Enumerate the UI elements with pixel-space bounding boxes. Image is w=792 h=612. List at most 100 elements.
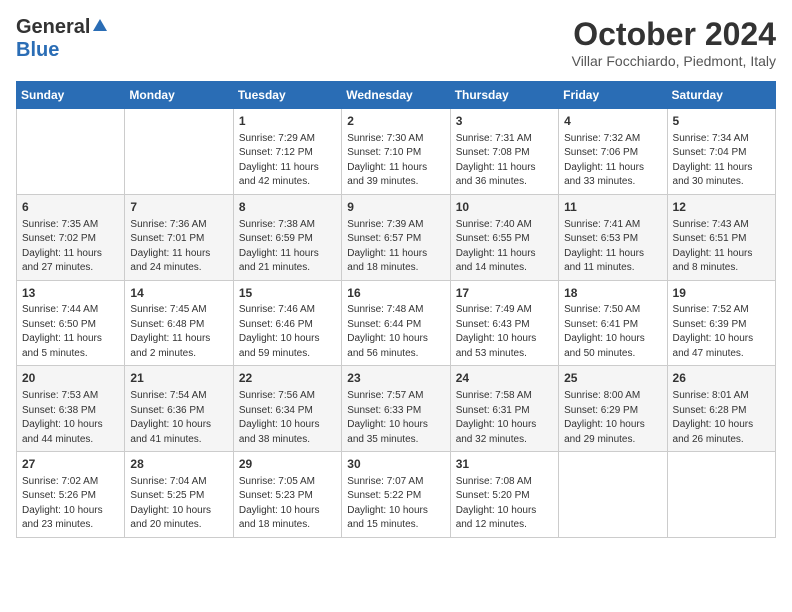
day-number: 30 bbox=[347, 456, 444, 473]
calendar-week-1: 1 Sunrise: 7:29 AM Sunset: 7:12 PM Daylig… bbox=[17, 109, 776, 195]
day-info: Sunrise: 7:30 AM Sunset: 7:10 PM Dayligh… bbox=[347, 132, 444, 190]
calendar-cell: 8 Sunrise: 7:38 AM Sunset: 6:59 PM Daylig… bbox=[233, 194, 341, 280]
day-number: 27 bbox=[22, 456, 119, 473]
day-info: Sunrise: 7:29 AM Sunset: 7:12 PM Dayligh… bbox=[239, 132, 336, 190]
day-info: Sunrise: 7:43 AM Sunset: 6:51 PM Dayligh… bbox=[673, 218, 770, 276]
calendar-cell: 30 Sunrise: 7:07 AM Sunset: 5:22 PM Dayli… bbox=[342, 452, 450, 538]
calendar-cell: 18Sunrise: 7:50 AM Sunset: 6:41 PM Dayli… bbox=[559, 280, 667, 366]
day-info: Sunrise: 7:56 AM Sunset: 6:34 PM Dayligh… bbox=[239, 389, 336, 447]
calendar-cell: 25 Sunrise: 8:00 AM Sunset: 6:29 PM Dayli… bbox=[559, 366, 667, 452]
calendar-cell bbox=[17, 109, 125, 195]
calendar-cell: 24 Sunrise: 7:58 AM Sunset: 6:31 PM Dayli… bbox=[450, 366, 558, 452]
day-info: Sunrise: 7:53 AM Sunset: 6:38 PM Dayligh… bbox=[22, 389, 119, 447]
title-area: October 2024 Villar Focchiardo, Piedmont… bbox=[572, 16, 776, 69]
calendar-cell: 14Sunrise: 7:45 AM Sunset: 6:48 PM Dayli… bbox=[125, 280, 233, 366]
calendar-cell: 21 Sunrise: 7:54 AM Sunset: 6:36 PM Dayli… bbox=[125, 366, 233, 452]
calendar-cell: 5 Sunrise: 7:34 AM Sunset: 7:04 PM Daylig… bbox=[667, 109, 775, 195]
day-number: 9 bbox=[347, 199, 444, 216]
calendar-week-3: 13Sunrise: 7:44 AM Sunset: 6:50 PM Dayli… bbox=[17, 280, 776, 366]
day-number: 1 bbox=[239, 113, 336, 130]
calendar-cell: 31 Sunrise: 7:08 AM Sunset: 5:20 PM Dayli… bbox=[450, 452, 558, 538]
calendar-cell: 12Sunrise: 7:43 AM Sunset: 6:51 PM Dayli… bbox=[667, 194, 775, 280]
day-info: Sunrise: 7:08 AM Sunset: 5:20 PM Dayligh… bbox=[456, 475, 553, 533]
day-info: Sunrise: 7:57 AM Sunset: 6:33 PM Dayligh… bbox=[347, 389, 444, 447]
day-number: 24 bbox=[456, 370, 553, 387]
calendar-cell: 1 Sunrise: 7:29 AM Sunset: 7:12 PM Daylig… bbox=[233, 109, 341, 195]
logo: General Blue bbox=[16, 16, 108, 62]
day-info: Sunrise: 7:39 AM Sunset: 6:57 PM Dayligh… bbox=[347, 218, 444, 276]
day-info: Sunrise: 7:44 AM Sunset: 6:50 PM Dayligh… bbox=[22, 303, 119, 361]
logo-blue-text: Blue bbox=[16, 39, 59, 61]
day-info: Sunrise: 7:49 AM Sunset: 6:43 PM Dayligh… bbox=[456, 303, 553, 361]
day-info: Sunrise: 7:48 AM Sunset: 6:44 PM Dayligh… bbox=[347, 303, 444, 361]
day-number: 8 bbox=[239, 199, 336, 216]
page-header: General Blue October 2024 Villar Focchia… bbox=[16, 16, 776, 69]
calendar-cell bbox=[125, 109, 233, 195]
calendar-cell: 6Sunrise: 7:35 AM Sunset: 7:02 PM Daylig… bbox=[17, 194, 125, 280]
day-number: 15 bbox=[239, 285, 336, 302]
header-monday: Monday bbox=[125, 82, 233, 109]
day-info: Sunrise: 7:04 AM Sunset: 5:25 PM Dayligh… bbox=[130, 475, 227, 533]
calendar-cell: 3 Sunrise: 7:31 AM Sunset: 7:08 PM Daylig… bbox=[450, 109, 558, 195]
day-number: 11 bbox=[564, 199, 661, 216]
calendar-cell bbox=[559, 452, 667, 538]
header-thursday: Thursday bbox=[450, 82, 558, 109]
calendar-cell: 29 Sunrise: 7:05 AM Sunset: 5:23 PM Dayli… bbox=[233, 452, 341, 538]
day-info: Sunrise: 7:45 AM Sunset: 6:48 PM Dayligh… bbox=[130, 303, 227, 361]
day-number: 6 bbox=[22, 199, 119, 216]
day-info: Sunrise: 7:38 AM Sunset: 6:59 PM Dayligh… bbox=[239, 218, 336, 276]
day-info: Sunrise: 7:46 AM Sunset: 6:46 PM Dayligh… bbox=[239, 303, 336, 361]
day-number: 21 bbox=[130, 370, 227, 387]
day-number: 17 bbox=[456, 285, 553, 302]
day-number: 3 bbox=[456, 113, 553, 130]
calendar-table: SundayMondayTuesdayWednesdayThursdayFrid… bbox=[16, 81, 776, 538]
day-number: 2 bbox=[347, 113, 444, 130]
calendar-cell: 28 Sunrise: 7:04 AM Sunset: 5:25 PM Dayli… bbox=[125, 452, 233, 538]
calendar-cell: 19Sunrise: 7:52 AM Sunset: 6:39 PM Dayli… bbox=[667, 280, 775, 366]
day-info: Sunrise: 7:34 AM Sunset: 7:04 PM Dayligh… bbox=[673, 132, 770, 190]
day-info: Sunrise: 8:01 AM Sunset: 6:28 PM Dayligh… bbox=[673, 389, 770, 447]
day-number: 7 bbox=[130, 199, 227, 216]
calendar-cell: 20 Sunrise: 7:53 AM Sunset: 6:38 PM Dayli… bbox=[17, 366, 125, 452]
day-info: Sunrise: 7:58 AM Sunset: 6:31 PM Dayligh… bbox=[456, 389, 553, 447]
day-number: 29 bbox=[239, 456, 336, 473]
day-info: Sunrise: 7:05 AM Sunset: 5:23 PM Dayligh… bbox=[239, 475, 336, 533]
day-number: 5 bbox=[673, 113, 770, 130]
day-number: 28 bbox=[130, 456, 227, 473]
day-number: 25 bbox=[564, 370, 661, 387]
calendar-cell: 16Sunrise: 7:48 AM Sunset: 6:44 PM Dayli… bbox=[342, 280, 450, 366]
day-number: 26 bbox=[673, 370, 770, 387]
day-info: Sunrise: 8:00 AM Sunset: 6:29 PM Dayligh… bbox=[564, 389, 661, 447]
day-info: Sunrise: 7:31 AM Sunset: 7:08 PM Dayligh… bbox=[456, 132, 553, 190]
day-info: Sunrise: 7:40 AM Sunset: 6:55 PM Dayligh… bbox=[456, 218, 553, 276]
header-tuesday: Tuesday bbox=[233, 82, 341, 109]
calendar-cell: 22 Sunrise: 7:56 AM Sunset: 6:34 PM Dayli… bbox=[233, 366, 341, 452]
day-info: Sunrise: 7:36 AM Sunset: 7:01 PM Dayligh… bbox=[130, 218, 227, 276]
day-number: 16 bbox=[347, 285, 444, 302]
logo-general-text: General bbox=[16, 16, 90, 39]
day-number: 20 bbox=[22, 370, 119, 387]
day-number: 22 bbox=[239, 370, 336, 387]
day-number: 18 bbox=[564, 285, 661, 302]
location-subtitle: Villar Focchiardo, Piedmont, Italy bbox=[572, 53, 776, 69]
day-info: Sunrise: 7:07 AM Sunset: 5:22 PM Dayligh… bbox=[347, 475, 444, 533]
day-number: 19 bbox=[673, 285, 770, 302]
day-number: 14 bbox=[130, 285, 227, 302]
calendar-cell: 27 Sunrise: 7:02 AM Sunset: 5:26 PM Dayli… bbox=[17, 452, 125, 538]
month-title: October 2024 bbox=[572, 16, 776, 53]
day-number: 23 bbox=[347, 370, 444, 387]
day-info: Sunrise: 7:54 AM Sunset: 6:36 PM Dayligh… bbox=[130, 389, 227, 447]
day-info: Sunrise: 7:02 AM Sunset: 5:26 PM Dayligh… bbox=[22, 475, 119, 533]
header-sunday: Sunday bbox=[17, 82, 125, 109]
calendar-cell: 23 Sunrise: 7:57 AM Sunset: 6:33 PM Dayli… bbox=[342, 366, 450, 452]
day-number: 31 bbox=[456, 456, 553, 473]
calendar-cell bbox=[667, 452, 775, 538]
header-saturday: Saturday bbox=[667, 82, 775, 109]
calendar-cell: 11Sunrise: 7:41 AM Sunset: 6:53 PM Dayli… bbox=[559, 194, 667, 280]
calendar-cell: 4Sunrise: 7:32 AM Sunset: 7:06 PM Daylig… bbox=[559, 109, 667, 195]
calendar-cell: 10Sunrise: 7:40 AM Sunset: 6:55 PM Dayli… bbox=[450, 194, 558, 280]
day-number: 13 bbox=[22, 285, 119, 302]
logo-triangle-icon bbox=[92, 17, 108, 38]
calendar-cell: 13Sunrise: 7:44 AM Sunset: 6:50 PM Dayli… bbox=[17, 280, 125, 366]
calendar-cell: 2 Sunrise: 7:30 AM Sunset: 7:10 PM Daylig… bbox=[342, 109, 450, 195]
